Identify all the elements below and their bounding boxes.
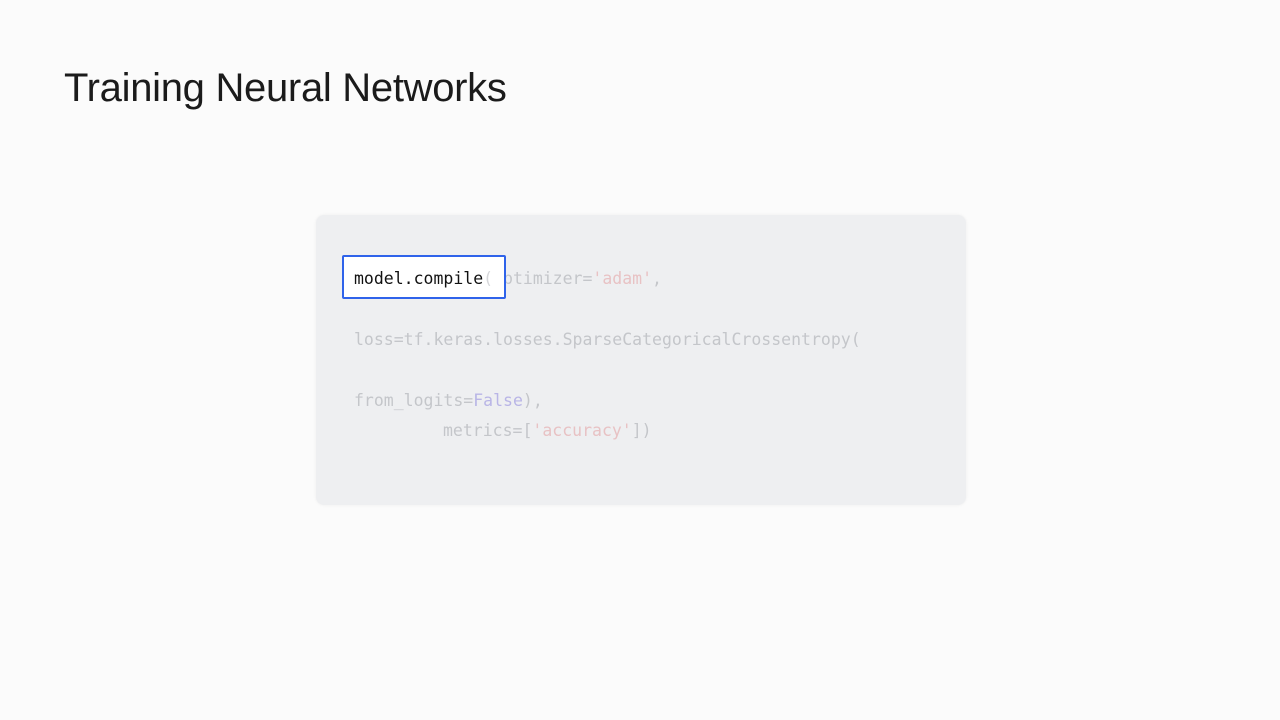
code-line-from-logits: from_logits=False), (354, 391, 543, 411)
code-close-paren: ), (522, 391, 543, 410)
code-line-loss: loss=tf.keras.losses.SparseCategoricalCr… (354, 330, 861, 349)
code-close-bracket: ]) (631, 421, 652, 440)
code-from-logits-arg: from_logits= (354, 391, 474, 410)
code-line-metrics: metrics=['accuracy']) (443, 421, 652, 441)
code-block: optimizer='adam', loss=tf.keras.losses.S… (316, 215, 966, 505)
open-paren: ( (483, 269, 494, 288)
model-compile-text: model.compile (354, 269, 484, 288)
highlight-box: model.compile( (342, 255, 506, 299)
code-optimizer-value: 'adam' (592, 269, 653, 288)
code-accuracy-value: 'accuracy' (532, 421, 632, 440)
code-metrics-arg: metrics=[ (443, 421, 533, 440)
slide: Training Neural Networks optimizer='adam… (0, 0, 1280, 720)
code-optimizer-arg: optimizer= (493, 269, 593, 288)
code-false-keyword: False (473, 391, 523, 410)
code-comma: , (652, 269, 662, 288)
highlighted-code: model.compile( (354, 269, 493, 289)
slide-title: Training Neural Networks (64, 66, 507, 110)
